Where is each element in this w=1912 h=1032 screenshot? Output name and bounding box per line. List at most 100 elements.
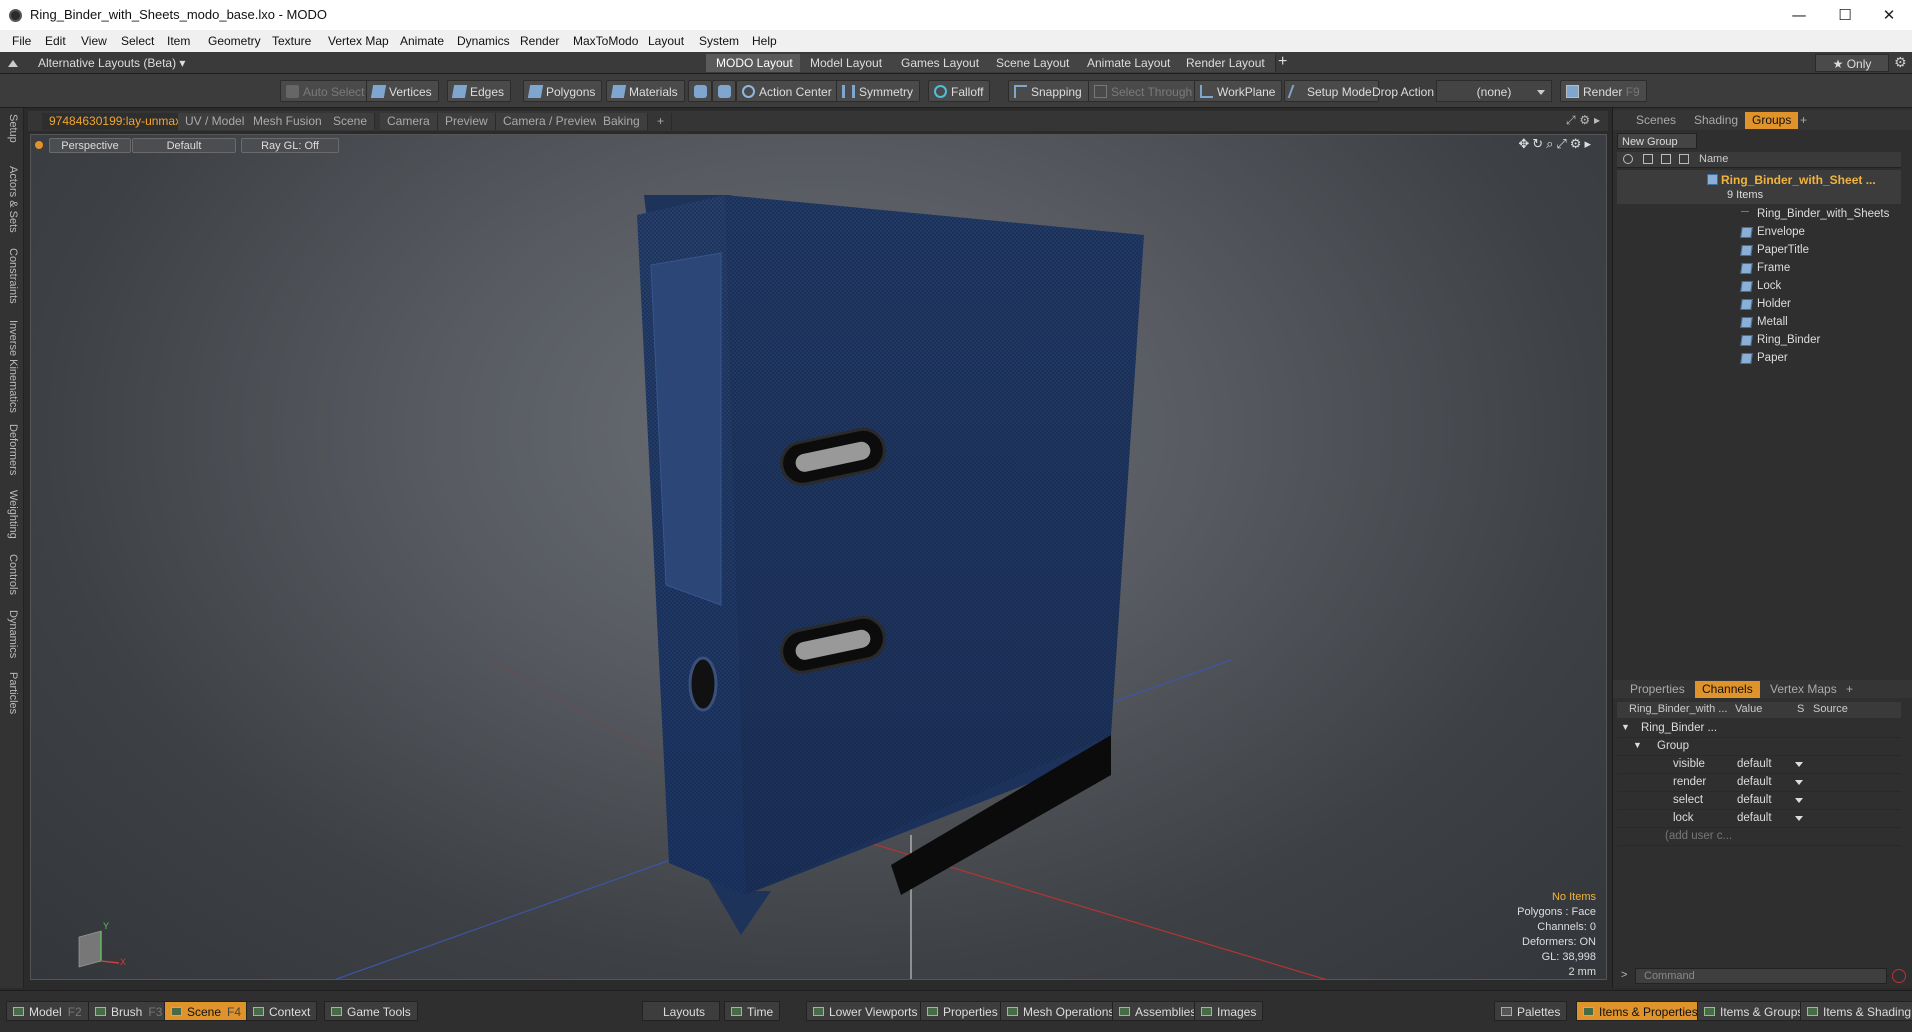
side-tab-weighting[interactable]: Weighting xyxy=(7,490,19,539)
render-button[interactable]: Render F9 xyxy=(1560,80,1647,102)
edges-button[interactable]: Edges xyxy=(447,80,512,102)
tab-scene[interactable]: Scene xyxy=(326,113,376,130)
tab-model-layout[interactable]: Model Layout xyxy=(800,54,894,72)
channel-row[interactable]: select default xyxy=(1617,792,1901,810)
side-tab-controls[interactable]: Controls xyxy=(7,554,19,595)
add-user-channel-row[interactable]: (add user c... xyxy=(1617,828,1901,846)
menu-edit[interactable]: Edit xyxy=(45,34,66,48)
list-item[interactable]: Frame xyxy=(1617,260,1905,278)
polygons-button[interactable]: Polygons xyxy=(523,80,603,102)
side-tab-setup[interactable]: Setup xyxy=(7,114,19,143)
tab-animate-layout[interactable]: Animate Layout xyxy=(1077,54,1182,72)
assemblies-button[interactable]: Assemblies xyxy=(1112,1001,1204,1021)
channel-row[interactable]: render default xyxy=(1617,774,1901,792)
tab-uv-model[interactable]: UV / Model xyxy=(178,113,253,130)
tab-camera-preview[interactable]: Camera / Preview xyxy=(496,113,607,130)
tab-camera[interactable]: Camera xyxy=(380,113,438,130)
channel-value[interactable]: default xyxy=(1737,776,1772,788)
gear-icon[interactable]: ⚙ xyxy=(1894,55,1907,71)
falloff-button[interactable]: Falloff xyxy=(928,80,991,102)
menu-select[interactable]: Select xyxy=(121,34,154,48)
scene-button[interactable]: Scene F4 xyxy=(164,1001,249,1021)
list-item[interactable]: Paper xyxy=(1617,350,1905,368)
drop-action-dropdown[interactable]: (none) xyxy=(1436,80,1552,102)
auto-select-button[interactable]: Auto Select xyxy=(280,80,372,102)
materials-button[interactable]: Materials xyxy=(606,80,685,102)
channel-value[interactable]: default xyxy=(1737,758,1772,770)
tab-render-layout[interactable]: Render Layout xyxy=(1176,54,1276,72)
add-viewport-tab-button[interactable]: + xyxy=(650,113,673,130)
add-lower-tab-button[interactable]: + xyxy=(1839,681,1860,698)
setup-mode-button[interactable]: Setup Mode xyxy=(1284,80,1379,102)
select-through-button[interactable]: Select Through xyxy=(1088,80,1200,102)
menu-layout[interactable]: Layout xyxy=(648,34,684,48)
layouts-button[interactable]: Layouts xyxy=(642,1001,721,1021)
vertices-button[interactable]: Vertices xyxy=(366,80,439,102)
menu-vertex-map[interactable]: Vertex Map xyxy=(328,34,389,48)
tab-lay-unmax[interactable]: 97484630199:lay-unmax xyxy=(42,113,190,130)
side-tab-dynamics[interactable]: Dynamics xyxy=(7,610,19,658)
mesh-operations-button[interactable]: Mesh Operations xyxy=(1000,1001,1122,1021)
list-item[interactable]: Ring_Binder_with_Sheets xyxy=(1617,206,1905,224)
properties-button[interactable]: Properties xyxy=(920,1001,1005,1021)
command-input[interactable]: Command xyxy=(1635,968,1887,984)
symmetry-button[interactable]: Symmetry xyxy=(836,80,920,102)
new-group-button[interactable]: New Group xyxy=(1617,133,1697,149)
viewport-options-icon[interactable]: ⤢ ⚙ ▸ xyxy=(1566,113,1600,128)
palettes-button[interactable]: Palettes xyxy=(1494,1001,1568,1021)
action-center-button[interactable]: Action Center xyxy=(736,80,839,102)
tab-vertex-maps[interactable]: Vertex Maps xyxy=(1763,681,1844,698)
channel-row[interactable]: lock default xyxy=(1617,810,1901,828)
workplane-button[interactable]: WorkPlane xyxy=(1194,80,1283,102)
channel-value[interactable]: default xyxy=(1737,794,1772,806)
side-tab-actors-sets[interactable]: Actors & Sets xyxy=(7,166,19,233)
collapse-icon[interactable] xyxy=(8,57,18,67)
menu-help[interactable]: Help xyxy=(752,34,777,48)
snapping-button[interactable]: Snapping xyxy=(1008,80,1089,102)
list-item[interactable]: Ring_Binder xyxy=(1617,332,1905,350)
menu-geometry[interactable]: Geometry xyxy=(208,34,261,48)
side-tab-particles[interactable]: Particles xyxy=(7,672,19,714)
list-item[interactable]: Metall xyxy=(1617,314,1905,332)
menu-dynamics[interactable]: Dynamics xyxy=(457,34,510,48)
tab-properties[interactable]: Properties xyxy=(1623,681,1692,698)
add-layout-button[interactable]: + xyxy=(1278,53,1287,71)
channel-row[interactable]: visible default xyxy=(1617,756,1901,774)
tab-shading[interactable]: Shading xyxy=(1687,112,1745,129)
close-button[interactable]: ✕ xyxy=(1866,0,1912,30)
group-row[interactable]: Ring_Binder_with_Sheet ... 9 Items xyxy=(1617,170,1901,204)
tab-preview[interactable]: Preview xyxy=(438,113,496,130)
menu-texture[interactable]: Texture xyxy=(272,34,311,48)
tab-scenes[interactable]: Scenes xyxy=(1629,112,1683,129)
list-item[interactable]: Holder xyxy=(1617,296,1905,314)
items-properties-button[interactable]: Items & Properties xyxy=(1576,1001,1705,1021)
brush-button[interactable]: Brush F3 xyxy=(88,1001,170,1021)
chevron-down-icon[interactable] xyxy=(1795,816,1803,821)
channel-value[interactable]: default xyxy=(1737,812,1772,824)
shield-toggle-1[interactable] xyxy=(688,80,712,102)
record-icon[interactable] xyxy=(1892,969,1906,983)
menu-item[interactable]: Item xyxy=(167,34,190,48)
time-button[interactable]: Time xyxy=(724,1001,781,1021)
tab-baking[interactable]: Baking xyxy=(596,113,648,130)
maximize-button[interactable]: ☐ xyxy=(1822,0,1868,30)
only-toggle[interactable]: ★ Only xyxy=(1815,54,1889,72)
menu-maxtomodo[interactable]: MaxToModo xyxy=(573,34,638,48)
list-item[interactable]: PaperTitle xyxy=(1617,242,1905,260)
side-tab-inverse-kinematics[interactable]: Inverse Kinematics xyxy=(7,320,19,413)
tab-channels[interactable]: Channels xyxy=(1695,681,1760,698)
model-button[interactable]: Model F2 xyxy=(6,1001,89,1021)
channels-root-row[interactable]: ▼ Ring_Binder ... xyxy=(1617,720,1901,738)
chevron-down-icon[interactable] xyxy=(1795,780,1803,785)
tab-scene-layout[interactable]: Scene Layout xyxy=(986,54,1081,72)
channels-group-row[interactable]: ▼ Group xyxy=(1617,738,1901,756)
alternative-layouts-dropdown[interactable]: Alternative Layouts (Beta) ▾ xyxy=(38,56,185,70)
add-panel-tab-button[interactable]: + xyxy=(1793,112,1814,129)
game-tools-button[interactable]: Game Tools xyxy=(324,1001,418,1021)
items-groups-button[interactable]: Items & Groups xyxy=(1697,1001,1811,1021)
shield-toggle-2[interactable] xyxy=(712,80,736,102)
lower-viewports-button[interactable]: Lower Viewports xyxy=(806,1001,925,1021)
menu-file[interactable]: File xyxy=(12,34,31,48)
menu-system[interactable]: System xyxy=(699,34,739,48)
chevron-down-icon[interactable] xyxy=(1795,798,1803,803)
